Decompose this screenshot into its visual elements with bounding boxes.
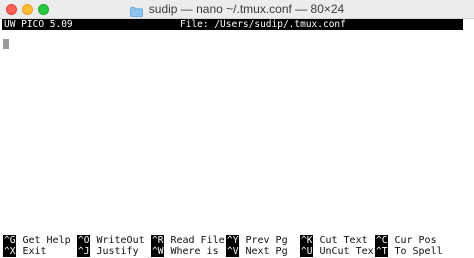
shortcut-key: ^W — [151, 246, 165, 257]
shortcut-key: ^G — [3, 235, 17, 246]
shortcut-label: Prev Pg — [245, 235, 288, 246]
text-cursor — [3, 39, 9, 49]
shortcut-label: Get Help — [22, 235, 71, 246]
shortcut-get-help[interactable]: ^G Get Help — [3, 235, 71, 246]
terminal-window: sudip — nano ~/.tmux.conf — 80×24 UW PIC… — [0, 0, 474, 258]
shortcut-key: ^R — [151, 235, 165, 246]
title-bar[interactable]: sudip — nano ~/.tmux.conf — 80×24 — [0, 0, 474, 19]
editor-version: UW PICO 5.09 — [4, 19, 73, 30]
shortcut-key: ^J — [77, 246, 91, 257]
shortcut-key: ^Y — [226, 235, 240, 246]
shortcut-cur-pos[interactable]: ^C Cur Pos — [375, 235, 437, 246]
terminal-content[interactable]: UW PICO 5.09 File: /Users/sudip/.tmux.co… — [0, 19, 474, 258]
shortcut-label: Justify — [96, 246, 139, 257]
editor-file-path: File: /Users/sudip/.tmux.conf — [180, 19, 346, 30]
shortcut-label: WriteOut — [96, 235, 145, 246]
shortcut-key: ^C — [375, 235, 389, 246]
shortcut-label: Read File — [170, 235, 225, 246]
shortcut-label: Next Pg — [245, 246, 288, 257]
shortcut-prev-page[interactable]: ^Y Prev Pg — [226, 235, 288, 246]
shortcut-key: ^V — [226, 246, 240, 257]
shortcut-key: ^K — [300, 235, 314, 246]
shortcut-label: To Spell — [394, 246, 443, 257]
editor-header-bar: UW PICO 5.09 File: /Users/sudip/.tmux.co… — [2, 19, 463, 30]
window-title: sudip — nano ~/.tmux.conf — 80×24 — [148, 2, 345, 16]
shortcut-label: Where is — [170, 246, 219, 257]
shortcut-label: Cut Text — [319, 235, 368, 246]
shortcut-label: Cur Pos — [394, 235, 437, 246]
shortcut-key: ^O — [77, 235, 91, 246]
shortcut-where-is[interactable]: ^W Where is — [151, 246, 219, 257]
shortcut-label: Exit — [22, 246, 47, 257]
shortcut-row-2: ^X Exit ^J Justify ^W Where is ^V Next P… — [0, 246, 474, 257]
folder-icon — [129, 4, 143, 17]
window-title-area: sudip — nano ~/.tmux.conf — 80×24 — [0, 0, 474, 18]
shortcut-to-spell[interactable]: ^T To Spell — [375, 246, 443, 257]
shortcut-read-file[interactable]: ^R Read File — [151, 235, 225, 246]
shortcut-justify[interactable]: ^J Justify — [77, 246, 139, 257]
shortcut-key: ^T — [375, 246, 389, 257]
shortcut-row-1: ^G Get Help ^O WriteOut ^R Read File ^Y … — [0, 235, 474, 246]
shortcut-key: ^U — [300, 246, 314, 257]
shortcut-uncut-text[interactable]: ^U UnCut Text — [300, 246, 380, 257]
shortcut-exit[interactable]: ^X Exit — [3, 246, 47, 257]
shortcut-label: UnCut Text — [319, 246, 380, 257]
shortcut-key: ^X — [3, 246, 17, 257]
shortcut-cut-text[interactable]: ^K Cut Text — [300, 235, 368, 246]
shortcut-next-page[interactable]: ^V Next Pg — [226, 246, 288, 257]
shortcut-writeout[interactable]: ^O WriteOut — [77, 235, 145, 246]
